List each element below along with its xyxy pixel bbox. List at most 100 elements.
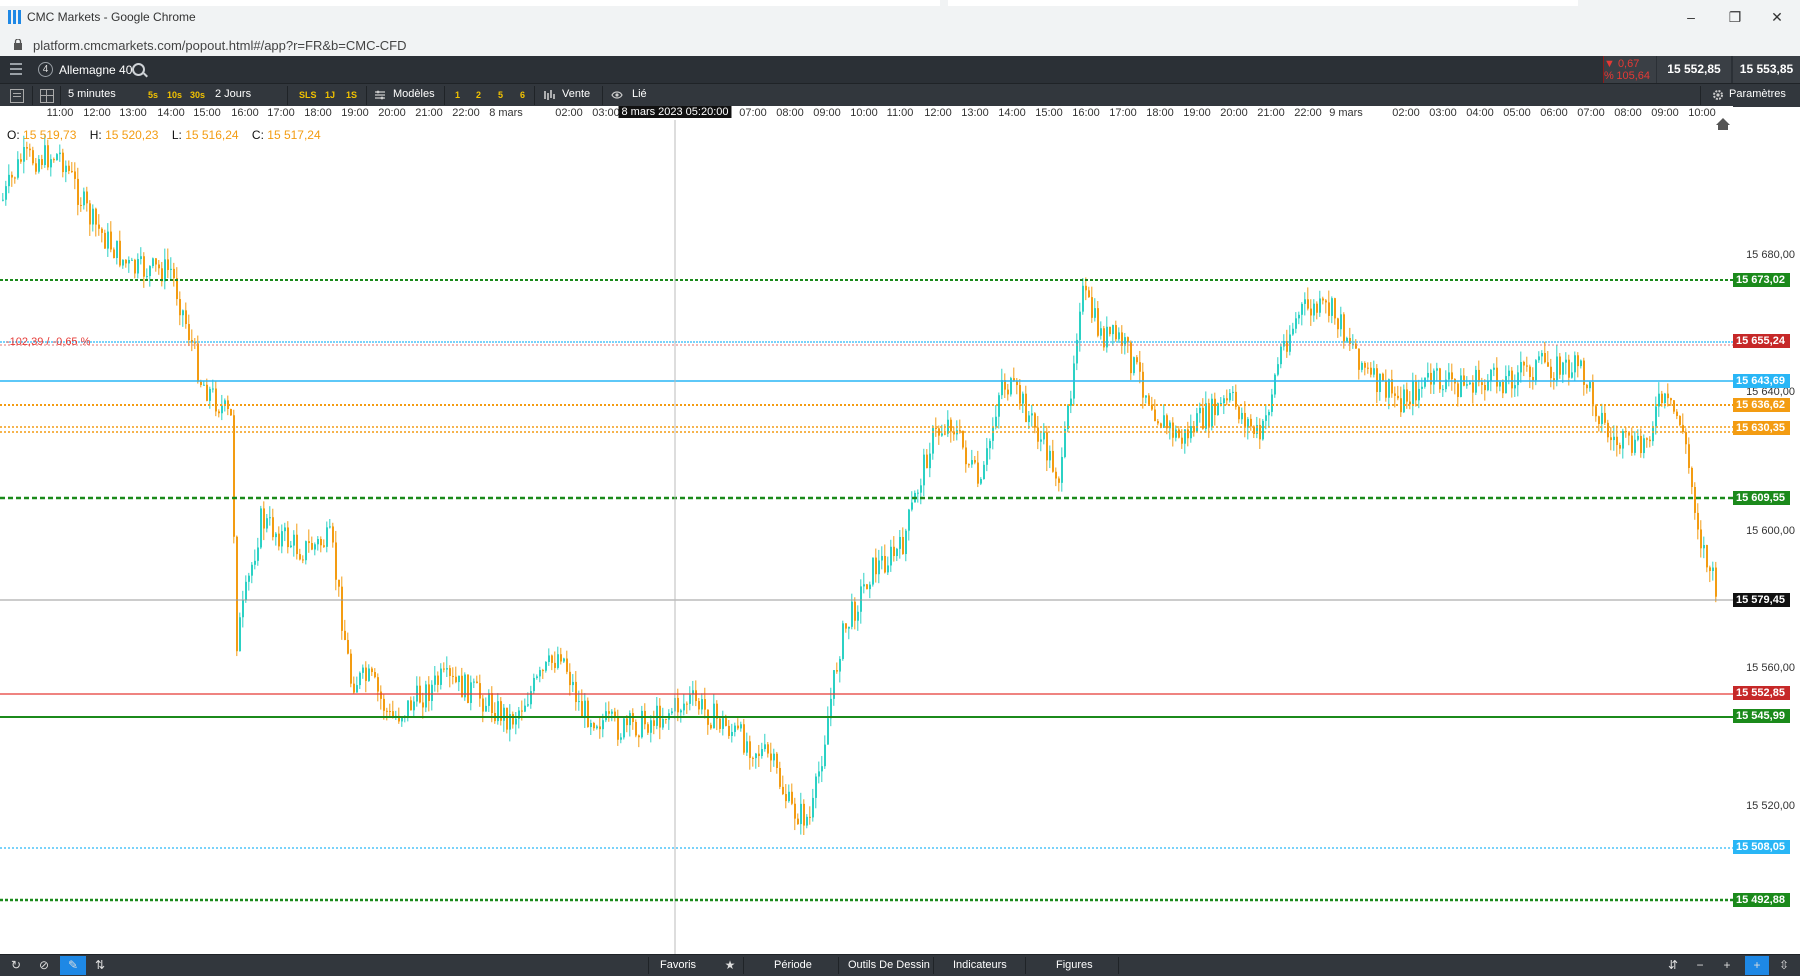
cancel-icon[interactable]: ⊘ bbox=[38, 959, 50, 971]
template-5-button[interactable]: 5 bbox=[498, 90, 503, 100]
candlestick-chart[interactable] bbox=[0, 120, 1733, 954]
candle-body bbox=[1172, 422, 1174, 438]
settings-button[interactable]: Paramètres bbox=[1729, 88, 1786, 100]
minimize-icon[interactable]: – bbox=[1680, 8, 1702, 26]
range-dropdown[interactable]: 2 Jours bbox=[215, 88, 251, 100]
draw-mode-button[interactable]: ✎ bbox=[60, 956, 86, 975]
candle-body bbox=[1199, 407, 1201, 414]
crosshair-mode-button[interactable]: + bbox=[1745, 956, 1769, 975]
star-icon[interactable]: ★ bbox=[724, 959, 736, 971]
templates-button[interactable]: Modèles bbox=[393, 88, 435, 100]
candle-body bbox=[257, 547, 259, 561]
candle-body bbox=[941, 433, 943, 436]
candle-body bbox=[1310, 308, 1312, 316]
candle-body bbox=[842, 623, 844, 659]
time-axis-label: 12:00 bbox=[924, 107, 952, 119]
url-text[interactable]: platform.cmcmarkets.com/popout.html#/app… bbox=[33, 38, 407, 53]
time-axis-label: 19:00 bbox=[1183, 107, 1211, 119]
interval-30s-button[interactable]: 30s bbox=[190, 90, 205, 100]
fit-height-icon[interactable]: ⇳ bbox=[1778, 959, 1790, 971]
figures-button[interactable]: Figures bbox=[1056, 959, 1093, 971]
price-chart[interactable] bbox=[0, 120, 1733, 954]
candle-body bbox=[437, 675, 439, 685]
indicators-button[interactable]: Indicateurs bbox=[953, 959, 1007, 971]
refresh-icon[interactable]: ↻ bbox=[10, 959, 22, 971]
app-header: 4 Allemagne 40 bbox=[0, 56, 1800, 83]
candle-body bbox=[1190, 426, 1192, 439]
range-1s-button[interactable]: 1S bbox=[346, 90, 357, 100]
candle-body bbox=[1139, 362, 1141, 372]
interval-10s-button[interactable]: 10s bbox=[167, 90, 182, 100]
candle-body bbox=[821, 766, 823, 772]
candle-body bbox=[1367, 367, 1369, 369]
candle-body bbox=[962, 430, 964, 448]
time-axis-label: 03:00 bbox=[592, 107, 620, 119]
range-1j-button[interactable]: 1J bbox=[325, 90, 335, 100]
panel-toggle-icon[interactable] bbox=[10, 89, 24, 103]
linked-toggle[interactable]: Lié bbox=[632, 88, 647, 100]
change-absolute: 105,64 bbox=[1616, 70, 1650, 82]
candle-body bbox=[71, 170, 73, 172]
candle-body bbox=[8, 174, 10, 187]
candle-body bbox=[1511, 370, 1513, 389]
candle-body bbox=[470, 682, 472, 703]
candle-body bbox=[467, 674, 469, 703]
candle-body bbox=[812, 797, 814, 818]
candle-body bbox=[1646, 438, 1648, 440]
ohlc-open-label: O: bbox=[7, 128, 20, 142]
range-sls-button[interactable]: SLS bbox=[299, 90, 317, 100]
candle-body bbox=[1379, 373, 1381, 393]
candle-body bbox=[944, 433, 946, 435]
candle-body bbox=[2, 199, 4, 201]
candle-body bbox=[1418, 388, 1420, 401]
zoom-in-icon[interactable]: + bbox=[1721, 959, 1733, 971]
candle-body bbox=[1466, 384, 1468, 386]
candle-body bbox=[1613, 436, 1615, 441]
drawing-tools-button[interactable]: Outils De Dessin bbox=[848, 959, 930, 971]
candle-body bbox=[830, 698, 832, 719]
candle-body bbox=[1241, 412, 1243, 420]
candle-body bbox=[878, 560, 880, 575]
price-change-box: ▼ 0,67 % 105,64 bbox=[1603, 56, 1656, 83]
search-icon[interactable] bbox=[132, 63, 145, 76]
side-selector-button[interactable]: Vente bbox=[562, 88, 590, 100]
candle-body bbox=[80, 204, 82, 206]
home-icon[interactable] bbox=[1716, 118, 1730, 130]
candle-body bbox=[374, 672, 376, 678]
candle-body bbox=[1667, 393, 1669, 399]
candle-body bbox=[1607, 422, 1609, 438]
price-axis[interactable]: 15 680,00 15 640,00 15 600,00 15 560,00 … bbox=[1733, 120, 1800, 954]
instrument-name[interactable]: Allemagne 40 bbox=[59, 63, 132, 77]
interval-dropdown[interactable]: 5 minutes bbox=[68, 88, 116, 100]
favorites-button[interactable]: Favoris bbox=[660, 959, 696, 971]
candle-body bbox=[542, 670, 544, 672]
candle-body bbox=[1616, 436, 1618, 446]
candle-body bbox=[1376, 368, 1378, 393]
price-tick: 15 520,00 bbox=[1746, 800, 1795, 812]
candle-body bbox=[1439, 368, 1441, 390]
zoom-out-icon[interactable]: − bbox=[1694, 959, 1706, 971]
candle-body bbox=[524, 705, 526, 712]
hamburger-menu-icon[interactable] bbox=[10, 63, 22, 75]
magnet-icon[interactable]: ⇅ bbox=[94, 959, 106, 971]
candle-body bbox=[284, 527, 286, 532]
candle-body bbox=[119, 240, 121, 266]
period-button[interactable]: Période bbox=[774, 959, 812, 971]
candle-body bbox=[902, 536, 904, 555]
restore-icon[interactable]: ❐ bbox=[1724, 8, 1746, 26]
address-bar[interactable]: platform.cmcmarkets.com/popout.html#/app… bbox=[0, 34, 1800, 57]
candle-body bbox=[347, 639, 349, 654]
template-6-button[interactable]: 6 bbox=[520, 90, 525, 100]
layers-icon[interactable]: ⇵ bbox=[1667, 959, 1679, 971]
buy-price-button[interactable]: 15 553,85 bbox=[1733, 56, 1800, 83]
price-tick: 15 560,00 bbox=[1746, 662, 1795, 674]
template-1-button[interactable]: 1 bbox=[455, 90, 460, 100]
layout-grid-icon[interactable] bbox=[40, 89, 54, 103]
interval-5s-button[interactable]: 5s bbox=[148, 90, 158, 100]
candle-body bbox=[275, 533, 277, 538]
sell-price-button[interactable]: 15 552,85 bbox=[1657, 56, 1731, 83]
candle-body bbox=[1529, 366, 1531, 377]
close-icon[interactable]: ✕ bbox=[1766, 8, 1788, 26]
level-label: 15 545,99 bbox=[1733, 709, 1790, 723]
template-2-button[interactable]: 2 bbox=[476, 90, 481, 100]
